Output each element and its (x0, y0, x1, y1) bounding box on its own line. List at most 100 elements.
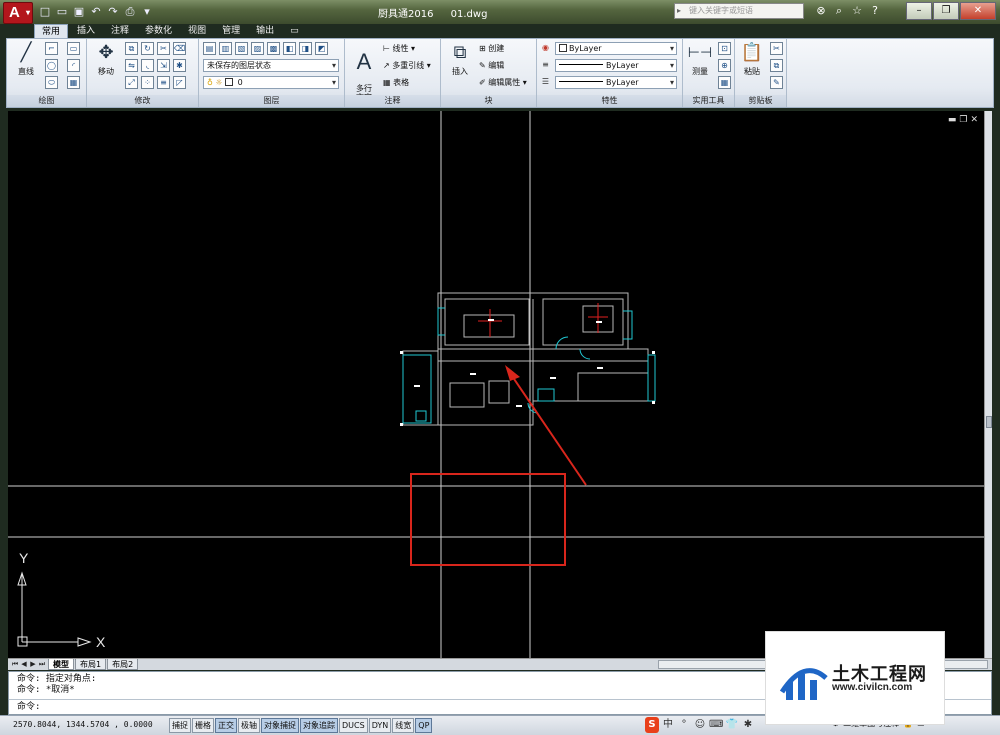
erase-icon[interactable]: ⌫ (173, 42, 186, 55)
panel-annotation-label[interactable]: 注释 (345, 95, 440, 107)
favorites-star-icon[interactable]: ☆ (850, 3, 864, 19)
insert-block-button[interactable]: ⧉ 插入 (443, 41, 477, 77)
multileader-button[interactable]: ↗ 多重引线 ▾ (383, 59, 431, 72)
hatch-icon[interactable]: ▦ (67, 76, 80, 89)
open-file-icon[interactable]: ▭ (55, 5, 69, 19)
tab-annotate[interactable]: 注释 (104, 24, 136, 38)
tab-home[interactable]: 常用 (34, 24, 69, 38)
undo-icon[interactable]: ↶ (89, 5, 103, 19)
toggle-ducs[interactable]: DUCS (339, 718, 368, 733)
copy-icon[interactable]: ⧉ (125, 42, 138, 55)
toggle-otrack[interactable]: 对象追踪 (300, 718, 338, 733)
last-layout-icon[interactable]: ⏭ (38, 659, 46, 669)
edit-attributes-button[interactable]: ✐ 编辑属性 ▾ (479, 76, 527, 89)
paste-button[interactable]: 📋 粘贴 (735, 41, 769, 77)
search-input[interactable]: ▸ 键入关键字或短语 (674, 3, 804, 19)
layer-properties-icon[interactable]: ▤ (203, 42, 216, 55)
match-properties-icon[interactable]: ✎ (770, 76, 783, 89)
point-style-icon[interactable]: ⊕ (718, 59, 731, 72)
line-button[interactable]: ╱ 直线 (9, 41, 43, 77)
emoji-icon[interactable]: ☺ (693, 717, 707, 733)
tab-extra-icon[interactable]: ▭ (283, 24, 306, 38)
toggle-osnap[interactable]: 对象捕捉 (261, 718, 299, 733)
quick-select-icon[interactable]: ⊡ (718, 42, 731, 55)
viewport-close-icon[interactable]: ✕ (970, 115, 978, 125)
layer-off-icon[interactable]: ◧ (283, 42, 296, 55)
punctuation-icon[interactable]: ° (677, 717, 691, 733)
ime-tools-icon[interactable]: ✱ (741, 717, 755, 733)
skin-icon[interactable]: 👕 (725, 717, 739, 733)
layer-isolate-icon[interactable]: ▩ (267, 42, 280, 55)
viewport-restore-icon[interactable]: ❐ (959, 115, 967, 125)
viewport-minimize-icon[interactable]: ▬ (948, 115, 957, 125)
offset-icon[interactable]: ≡ (157, 76, 170, 89)
circle-icon[interactable]: ◯ (45, 59, 58, 72)
minimize-button[interactable]: – (906, 2, 932, 20)
panel-modify-label[interactable]: 修改 (87, 95, 198, 107)
command-prompt[interactable]: 命令: (17, 702, 40, 713)
tab-manage[interactable]: 管理 (215, 24, 247, 38)
table-button[interactable]: ▦ 表格 (383, 76, 409, 89)
move-button[interactable]: ✥ 移动 (89, 41, 123, 77)
lineweight-icon[interactable]: ☰ (539, 76, 552, 89)
measure-button[interactable]: ⊢⊣ 测量 (683, 41, 717, 77)
color-wheel-icon[interactable]: ◉ (539, 42, 552, 55)
binoculars-icon[interactable]: ⊗ (814, 3, 828, 19)
edit-block-button[interactable]: ✎ 编辑 (479, 59, 504, 72)
toggle-dyn[interactable]: DYN (368, 718, 392, 733)
color-dropdown[interactable]: ByLayer (555, 42, 677, 55)
prev-layout-icon[interactable]: ◀ (20, 659, 28, 669)
scroll-thumb[interactable] (986, 416, 992, 428)
layer-state-dropdown[interactable]: 未保存的图层状态 (203, 59, 339, 72)
model-space-canvas[interactable]: Y X (8, 111, 992, 658)
new-file-icon[interactable]: □ (38, 5, 52, 19)
ellipse-icon[interactable]: ⬭ (45, 76, 58, 89)
arc-icon[interactable]: ◜ (67, 59, 80, 72)
rectangle-icon[interactable]: ▭ (67, 42, 80, 55)
tab-parametric[interactable]: 参数化 (138, 24, 179, 38)
sogou-logo-icon[interactable]: S (645, 717, 659, 733)
linetype-icon[interactable]: ≡ (539, 59, 552, 72)
panel-clipboard-label[interactable]: 剪贴板 (735, 95, 786, 107)
tab-view[interactable]: 视图 (181, 24, 213, 38)
fillet-icon[interactable]: ◟ (141, 59, 154, 72)
application-menu-button[interactable]: A (3, 2, 33, 24)
cut-icon[interactable]: ✂ (770, 42, 783, 55)
panel-properties-label[interactable]: 特性 (537, 95, 682, 107)
panel-utilities-label[interactable]: 实用工具 (683, 95, 734, 107)
tab-layout1[interactable]: 布局1 (75, 659, 107, 670)
panel-block-label[interactable]: 块 (441, 95, 536, 107)
layer-dropdown[interactable]: ♁ ☼ 0 (203, 76, 339, 89)
toggle-grid[interactable]: 栅格 (192, 718, 214, 733)
linetype-dropdown[interactable]: ByLayer (555, 59, 677, 72)
help-icon[interactable]: ? (868, 3, 882, 19)
layer-match-icon[interactable]: ▧ (235, 42, 248, 55)
layer-previous-icon[interactable]: ▨ (251, 42, 264, 55)
redo-icon[interactable]: ↷ (106, 5, 120, 19)
tab-output[interactable]: 输出 (249, 24, 281, 38)
stretch-icon[interactable]: ⇲ (157, 59, 170, 72)
restore-button[interactable]: ❐ (933, 2, 959, 20)
mtext-button[interactable]: A 多行 文字 (347, 41, 381, 103)
copy-clip-icon[interactable]: ⧉ (770, 59, 783, 72)
panel-layers-label[interactable]: 图层 (199, 95, 344, 107)
explode-icon[interactable]: ✱ (173, 59, 186, 72)
layer-lock-icon[interactable]: ◩ (315, 42, 328, 55)
chamfer-icon[interactable]: ◸ (173, 76, 186, 89)
vertical-scrollbar[interactable] (984, 111, 992, 658)
array-icon[interactable]: ⁘ (141, 76, 154, 89)
lineweight-dropdown[interactable]: ByLayer (555, 76, 677, 89)
toggle-ortho[interactable]: 正交 (215, 718, 237, 733)
tab-layout2[interactable]: 布局2 (107, 659, 139, 670)
save-icon[interactable]: ▣ (72, 5, 86, 19)
toggle-snap[interactable]: 捕捉 (169, 718, 191, 733)
tab-model[interactable]: 模型 (48, 659, 74, 670)
mirror-icon[interactable]: ⇋ (125, 59, 138, 72)
layer-state-icon[interactable]: ▥ (219, 42, 232, 55)
ime-language[interactable]: 中 (661, 717, 675, 733)
print-icon[interactable]: ⎙ (123, 5, 137, 19)
tab-insert[interactable]: 插入 (70, 24, 102, 38)
panel-draw-label[interactable]: 绘图 (7, 95, 86, 107)
next-layout-icon[interactable]: ▶ (29, 659, 37, 669)
layer-freeze-icon[interactable]: ◨ (299, 42, 312, 55)
